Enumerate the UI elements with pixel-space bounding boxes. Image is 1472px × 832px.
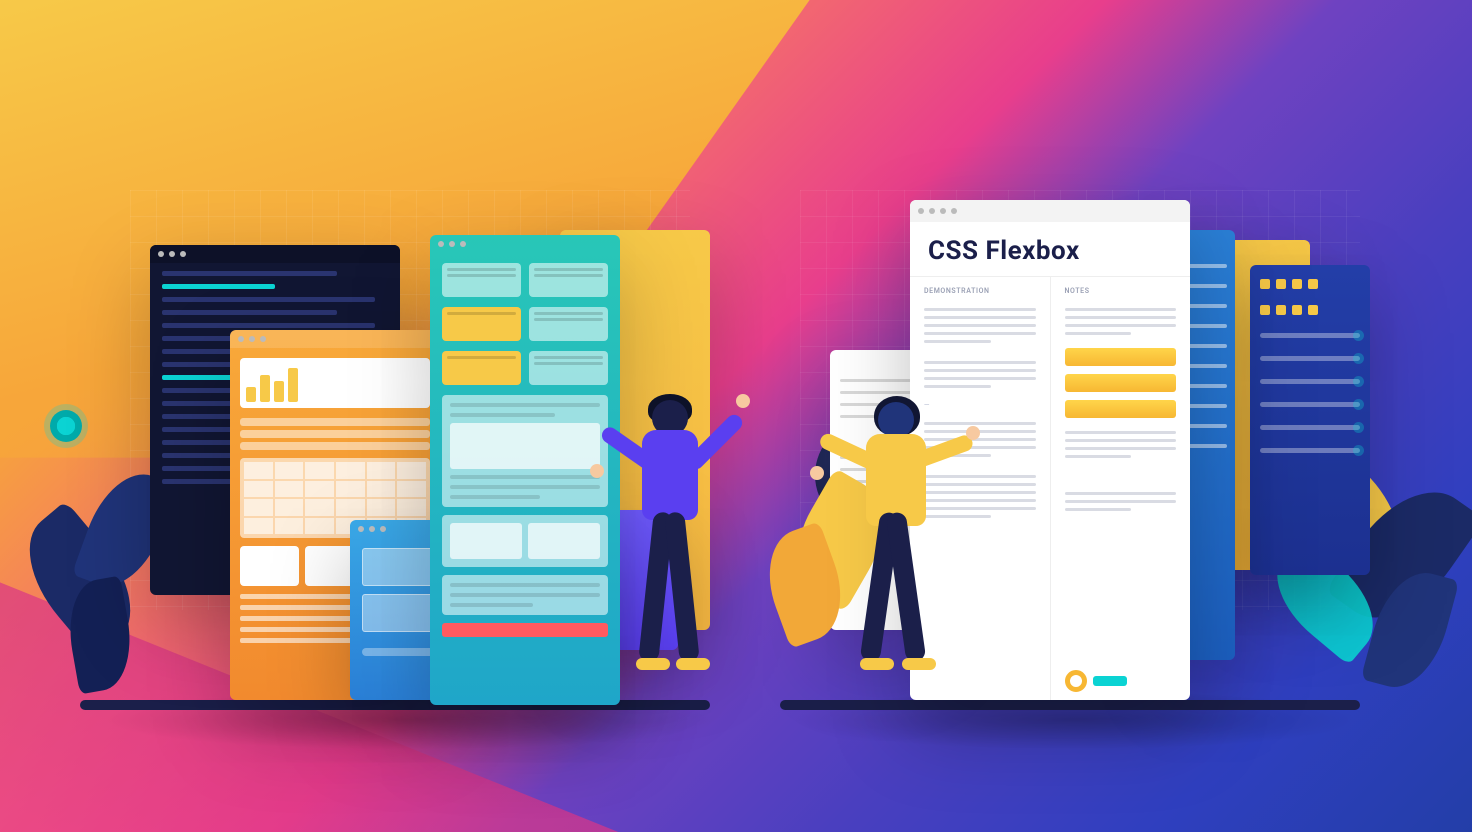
- glow-badge-icon: [50, 410, 82, 442]
- illustrated-person-left: [610, 400, 730, 700]
- indigo-panel-right: [1250, 265, 1370, 575]
- key-icon: [1065, 670, 1177, 692]
- document-title: CSS Flexbox: [910, 222, 1190, 276]
- yellow-button: [1065, 400, 1177, 418]
- illustrated-person-right: [830, 400, 960, 700]
- window-titlebar: [910, 200, 1190, 222]
- red-cta-button: [442, 623, 608, 637]
- section-heading: Notes: [1065, 287, 1177, 295]
- yellow-button: [1065, 374, 1177, 392]
- window-titlebar: [230, 330, 440, 348]
- content-panel: [442, 395, 608, 507]
- section-heading: Demonstration: [924, 287, 1036, 295]
- yellow-button: [1065, 348, 1177, 366]
- doc-right-column: Notes: [1050, 277, 1191, 700]
- platform-base-right: [780, 700, 1360, 710]
- bar-chart-icon: [240, 358, 430, 408]
- window-titlebar: [430, 235, 620, 253]
- window-titlebar: [150, 245, 400, 263]
